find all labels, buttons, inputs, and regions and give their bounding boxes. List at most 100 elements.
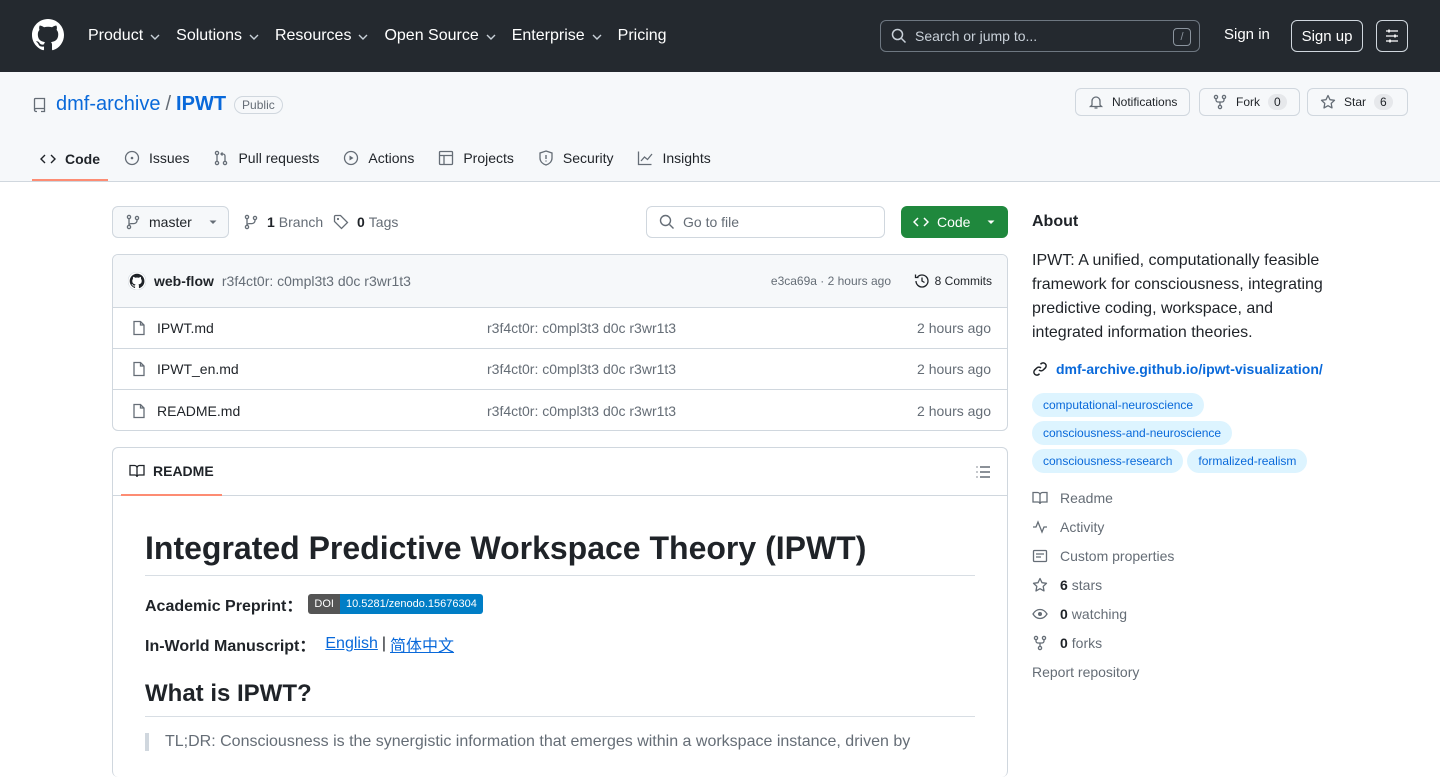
file-commit-message[interactable]: r3f4ct0r: c0mpl3t3 d0c r3wr1t3 [487,320,676,336]
watching-label: watching [1071,605,1128,622]
section-heading: What is IPWT? [145,680,975,717]
nav-resources[interactable]: Resources [275,26,369,46]
file-name-link[interactable]: IPWT.md [157,320,214,336]
fork-count: 0 [1268,94,1287,110]
tab-projects[interactable]: Projects [430,138,522,178]
homepage-link[interactable]: dmf-archive.github.io/ipwt-visualization… [1032,361,1332,377]
stars-count: 6 [1060,576,1068,593]
sign-in-link[interactable]: Sign in [1224,26,1270,43]
file-commit-message[interactable]: r3f4ct0r: c0mpl3t3 d0c r3wr1t3 [487,403,676,419]
stars-link[interactable]: 6 stars [1032,570,1332,599]
nav-solutions[interactable]: Solutions [176,26,260,46]
code-icon [40,154,56,163]
watching-link[interactable]: 0 watching [1032,599,1332,628]
github-logo-icon[interactable] [32,19,64,51]
star-label: Star [1344,95,1367,109]
forks-link[interactable]: 0 forks [1032,628,1332,657]
notifications-label: Notifications [1112,95,1178,109]
menu-button[interactable] [1376,20,1408,52]
caret-down-icon [987,220,995,224]
code-button-label: Code [937,214,971,230]
english-link[interactable]: English [325,635,377,653]
avatar[interactable] [128,272,146,290]
repo-tabs: Code Issues Pull requests Actions Projec… [32,138,727,182]
about-sidebar: About IPWT: A unified, computationally f… [1032,206,1332,686]
bell-icon [1088,96,1104,109]
branch-selector[interactable]: master [112,206,229,238]
tab-label: Issues [149,150,190,166]
visibility-badge: Public [234,95,283,114]
commits-history-link[interactable]: 8 Commits [914,273,992,289]
custom-properties-link[interactable]: Custom properties [1032,541,1332,570]
tab-label: Code [65,150,100,167]
file-row[interactable]: IPWT.md r3f4ct0r: c0mpl3t3 d0c r3wr1t3 2… [113,308,1007,349]
tab-security[interactable]: Security [530,138,622,178]
chinese-link[interactable]: 简体中文 [390,632,454,656]
readme-tab-label: README [153,463,214,479]
tab-insights[interactable]: Insights [629,138,718,178]
commit-author-link[interactable]: web-flow [154,273,214,289]
file-name-link[interactable]: README.md [157,403,240,419]
code-dropdown-button[interactable]: Code [901,206,1008,238]
file-row[interactable]: README.md r3f4ct0r: c0mpl3t3 d0c r3wr1t3… [113,390,1007,430]
latest-commit-bar: web-flow r3f4ct0r: c0mpl3t3 d0c r3wr1t3 … [113,255,1007,308]
nav-enterprise[interactable]: Enterprise [512,26,603,46]
readme-tab[interactable]: README [121,448,222,496]
commit-sha-time[interactable]: e3ca69a · 2 hours ago [771,274,891,288]
go-to-file-input[interactable]: Go to file [646,206,885,238]
tags-link[interactable]: 0 Tags [333,214,398,230]
topic-tag[interactable]: computational-neuroscience [1032,393,1205,417]
search-input[interactable]: Search or jump to... / [880,20,1200,52]
nav-label: Solutions [176,27,242,44]
doi-badge[interactable]: DOI 10.5281/zenodo.15676304 [308,594,483,614]
tab-label: Projects [463,150,514,166]
tab-label: Actions [368,150,415,166]
tab-issues[interactable]: Issues [116,138,197,178]
sign-up-button[interactable]: Sign up [1291,20,1363,52]
table-icon [439,150,454,166]
star-count: 6 [1374,94,1393,110]
repo-name-link[interactable]: IPWT [176,93,226,116]
link-separator: | [381,635,387,652]
nav-pricing[interactable]: Pricing [618,26,667,46]
topic-tag[interactable]: consciousness-and-neuroscience [1032,421,1233,445]
file-row[interactable]: IPWT_en.md r3f4ct0r: c0mpl3t3 d0c r3wr1t… [113,349,1007,390]
list-icon [976,466,990,478]
file-name-link[interactable]: IPWT_en.md [157,361,239,377]
fork-button[interactable]: Fork 0 [1199,88,1300,116]
readme-link[interactable]: Readme [1032,483,1332,512]
tab-actions[interactable]: Actions [335,138,422,178]
nav-label: Enterprise [511,27,585,44]
chevron-down-icon [249,34,259,40]
file-icon [133,403,145,418]
top-nav: Product Solutions Resources Open Source … [88,26,682,46]
branches-link[interactable]: 1 Branch [243,214,323,230]
branches-count: 1 [267,214,275,230]
repo-header: dmf-archive / IPWT Public Notifications … [0,72,1440,182]
star-button[interactable]: Star 6 [1307,88,1408,116]
file-commit-message[interactable]: r3f4ct0r: c0mpl3t3 d0c r3wr1t3 [487,361,676,377]
repo-owner-link[interactable]: dmf-archive [56,93,160,116]
nav-open-source[interactable]: Open Source [384,26,496,46]
nav-label: Product [88,27,144,44]
report-repository-link[interactable]: Report repository [1032,657,1332,686]
tab-pull-requests[interactable]: Pull requests [205,138,327,178]
tab-code[interactable]: Code [32,138,108,181]
tldr-quote: TL;DR: Consciousness is the synergistic … [145,733,975,751]
notifications-button[interactable]: Notifications [1075,88,1191,116]
about-heading: About [1032,213,1079,230]
file-icon [133,320,145,336]
activity-link[interactable]: Activity [1032,512,1332,541]
outline-button[interactable] [975,464,991,480]
topic-tag[interactable]: formalized-realism [1187,449,1308,473]
topic-tag[interactable]: consciousness-research [1032,449,1184,473]
link-icon [1033,362,1047,376]
chevron-down-icon [486,34,496,40]
chevron-down-icon [358,34,368,40]
stars-label: stars [1071,576,1103,593]
nav-product[interactable]: Product [88,26,161,46]
topics-list: computational-neuroscience consciousness… [1032,393,1332,473]
commit-message-link[interactable]: r3f4ct0r: c0mpl3t3 d0c r3wr1t3 [222,273,411,289]
readme-panel: README Integrated Predictive Workspace T… [112,447,1008,777]
doi-badge-label: DOI [308,594,340,614]
